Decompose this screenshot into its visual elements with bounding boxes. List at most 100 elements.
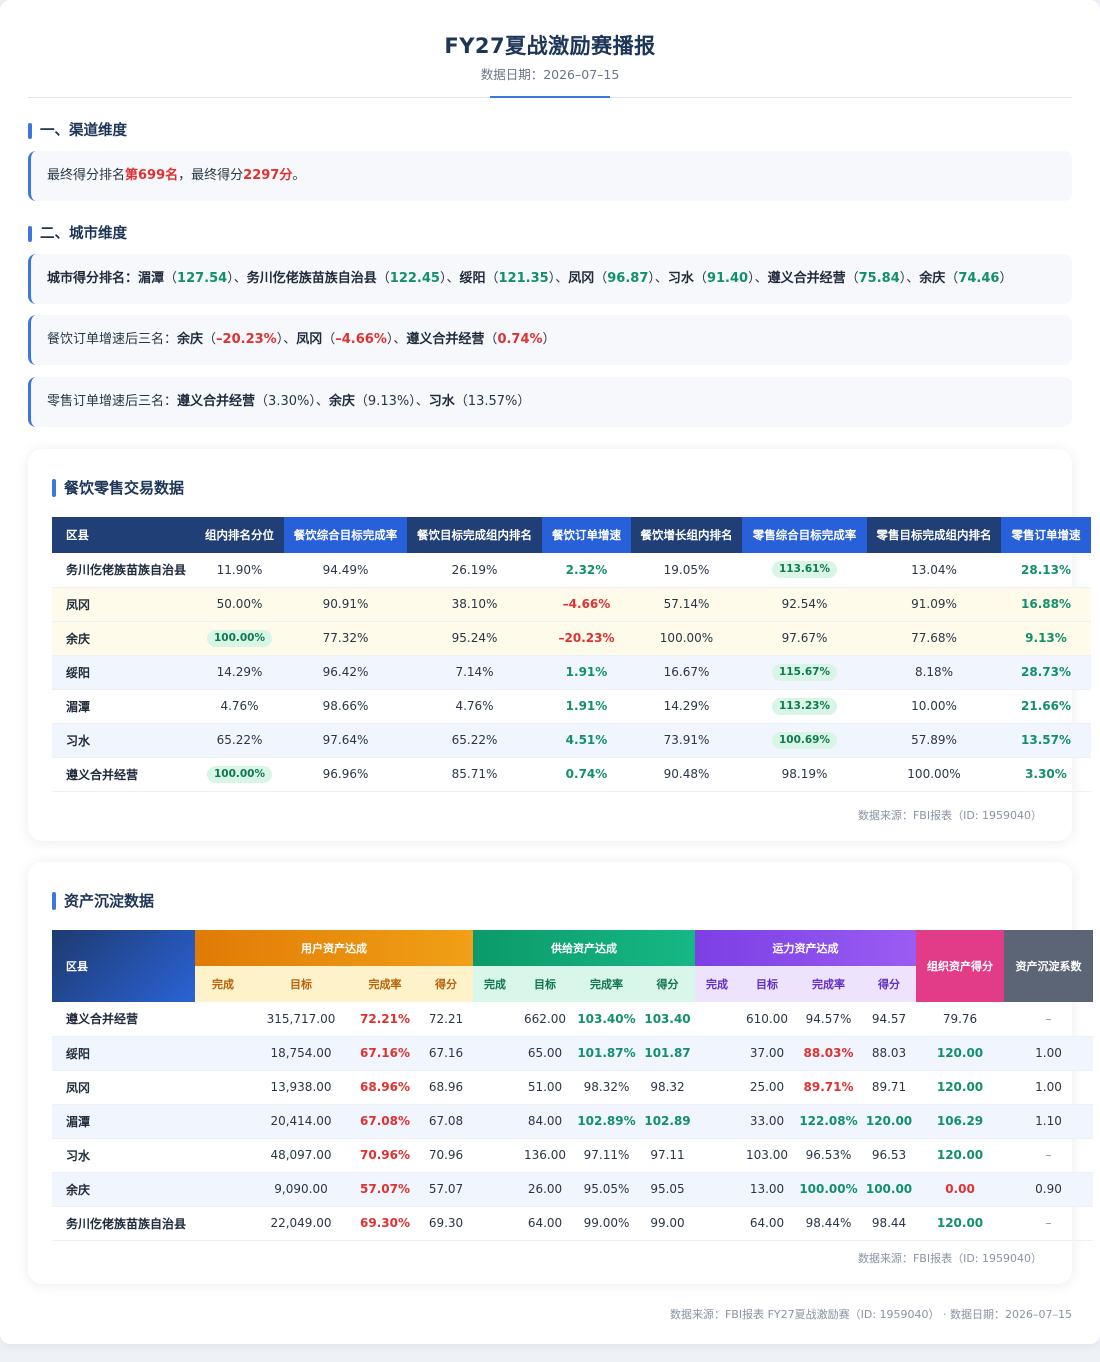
trade-header-cell: 餐饮综合目标完成率 — [284, 517, 407, 553]
asset-subheader: 得分 — [862, 966, 916, 1002]
retail-bottom-label: 零售订单增速后三名： — [47, 394, 178, 409]
table-cell: 113.61% — [742, 553, 867, 588]
district-name: 湄潭 — [52, 1104, 195, 1139]
table-cell: 13,938.00 — [251, 1070, 351, 1105]
table-cell: – — [1004, 1002, 1093, 1037]
district-name: 绥阳 — [52, 1036, 195, 1071]
table-row: 余庆 100.00% 77.32% 95.24% –20.23% 100.00% 97.67… — [52, 621, 1091, 656]
table-row: 余庆 9,090.00 57.07% 57.07 26.00 95.05% 95.05 13.… — [52, 1172, 1093, 1207]
trade-header-cell: 餐饮订单增速 — [542, 517, 631, 553]
asset-subheader: 得分 — [419, 966, 473, 1002]
header-accent-bar — [490, 96, 610, 98]
asset-subheader: 完成率 — [795, 966, 862, 1002]
table-cell — [195, 1036, 251, 1071]
table-cell: 65.22% — [407, 723, 542, 758]
table-cell: 0.74% — [542, 757, 631, 792]
list-item-name: 余庆 — [919, 271, 946, 286]
asset-subheader: 完成 — [473, 966, 517, 1002]
table-cell: 97.64% — [284, 723, 407, 758]
table-cell: –4.66% — [542, 587, 631, 622]
table-cell: 0.90 — [1004, 1172, 1093, 1207]
table-cell: 113.23% — [742, 689, 867, 724]
district-name: 务川仡佬族苗族自治县 — [52, 553, 195, 588]
table-cell: 98.32% — [573, 1070, 640, 1105]
table-cell: 96.42% — [284, 655, 407, 690]
table-cell: 98.66% — [284, 689, 407, 724]
table-row: 习水 48,097.00 70.96% 70.96 136.00 97.11% 97.11 1… — [52, 1138, 1093, 1173]
table-cell: 48,097.00 — [251, 1138, 351, 1173]
list-item-name: 遵义合并经营 — [767, 271, 846, 286]
table-cell: 25.00 — [739, 1070, 795, 1105]
table-cell: 84.00 — [517, 1104, 573, 1139]
table-cell: 57.07% — [351, 1172, 419, 1207]
table-cell: 0.00 — [916, 1172, 1004, 1207]
table-cell: 120.00 — [862, 1104, 916, 1139]
table-cell: – — [1004, 1206, 1093, 1241]
table-cell: 90.48% — [631, 757, 742, 792]
table-row: 绥阳 14.29% 96.42% 7.14% 1.91% 16.67% 115.67% 8.1… — [52, 655, 1091, 690]
table-cell — [473, 1104, 517, 1139]
list-item-value: 0.74% — [497, 332, 543, 347]
table-cell: 64.00 — [517, 1206, 573, 1241]
highlight-pill: 100.00% — [206, 629, 273, 647]
table-cell: 70.96% — [351, 1138, 419, 1173]
rank-prefix: 最终得分排名 — [47, 168, 126, 183]
table-cell: 95.24% — [407, 621, 542, 656]
table-cell: 67.16 — [419, 1036, 473, 1071]
asset-source-note: 数据来源：FBI报表（ID: 1959040） — [857, 1252, 1042, 1265]
table-cell: – — [1004, 1138, 1093, 1173]
table-cell: 120.00 — [916, 1036, 1004, 1071]
table-cell — [195, 1002, 251, 1037]
table-cell: 1.91% — [542, 689, 631, 724]
table-cell: 88.03% — [795, 1036, 862, 1071]
list-item-value: 96.87 — [607, 271, 649, 286]
highlight-pill: 100.00% — [206, 765, 273, 783]
table-cell: 67.16% — [351, 1036, 419, 1071]
page-footer: 数据来源：FBI报表 FY27夏战激励赛（ID: 1959040） · 数据日期… — [669, 1308, 1072, 1321]
asset-header-org-score: 组织资产得分 — [916, 930, 1004, 1002]
trade-header-cell: 餐饮目标完成组内排名 — [407, 517, 542, 553]
table-cell: 120.00 — [916, 1206, 1004, 1241]
list-item-name: 余庆 — [177, 332, 204, 347]
table-cell: 65.00 — [517, 1036, 573, 1071]
table-cell: 97.11% — [573, 1138, 640, 1173]
table-cell: 19.05% — [631, 553, 742, 588]
table-cell: 9,090.00 — [251, 1172, 351, 1207]
table-cell: 97.67% — [742, 621, 867, 656]
list-item-name: 习水 — [667, 271, 694, 286]
district-name: 遵义合并经营 — [52, 1002, 195, 1037]
asset-card-title: 资产沉淀数据 — [52, 892, 154, 910]
table-cell — [695, 1002, 739, 1037]
table-cell — [473, 1138, 517, 1173]
city-rank-list: 湄潭（127.54）、务川仡佬族苗族自治县（122.45）、绥阳（121.35）… — [138, 271, 1013, 286]
district-name: 务川仡佬族苗族自治县 — [52, 1206, 195, 1241]
table-cell: 96.96% — [284, 757, 407, 792]
table-cell: 67.08 — [419, 1104, 473, 1139]
table-cell: 98.19% — [742, 757, 867, 792]
asset-subheader: 目标 — [251, 966, 351, 1002]
table-cell: 4.51% — [542, 723, 631, 758]
table-cell: 98.44 — [862, 1206, 916, 1241]
table-cell: 68.96 — [419, 1070, 473, 1105]
table-cell: 95.05 — [640, 1172, 695, 1207]
table-cell: 102.89 — [640, 1104, 695, 1139]
table-cell: 89.71 — [862, 1070, 916, 1105]
table-cell: 662.00 — [517, 1002, 573, 1037]
table-cell: 94.49% — [284, 553, 407, 588]
table-cell: 68.96% — [351, 1070, 419, 1105]
highlight-pill: 113.23% — [771, 697, 838, 715]
table-cell: 97.11 — [640, 1138, 695, 1173]
table-cell: 28.73% — [1001, 655, 1091, 690]
table-cell: 90.91% — [284, 587, 407, 622]
table-cell: 9.13% — [1001, 621, 1091, 656]
table-cell: 1.00 — [1004, 1070, 1093, 1105]
table-cell: 14.29% — [631, 689, 742, 724]
table-cell — [195, 1206, 251, 1241]
table-cell: 101.87 — [640, 1036, 695, 1071]
table-cell: 72.21 — [419, 1002, 473, 1037]
list-item-name: 习水 — [428, 394, 455, 409]
table-cell: 102.89% — [573, 1104, 640, 1139]
report-header: FY27夏战激励赛播报 数据日期：2026–07–15 — [28, 0, 1072, 98]
table-cell: 100.00 — [862, 1172, 916, 1207]
table-cell — [473, 1036, 517, 1071]
